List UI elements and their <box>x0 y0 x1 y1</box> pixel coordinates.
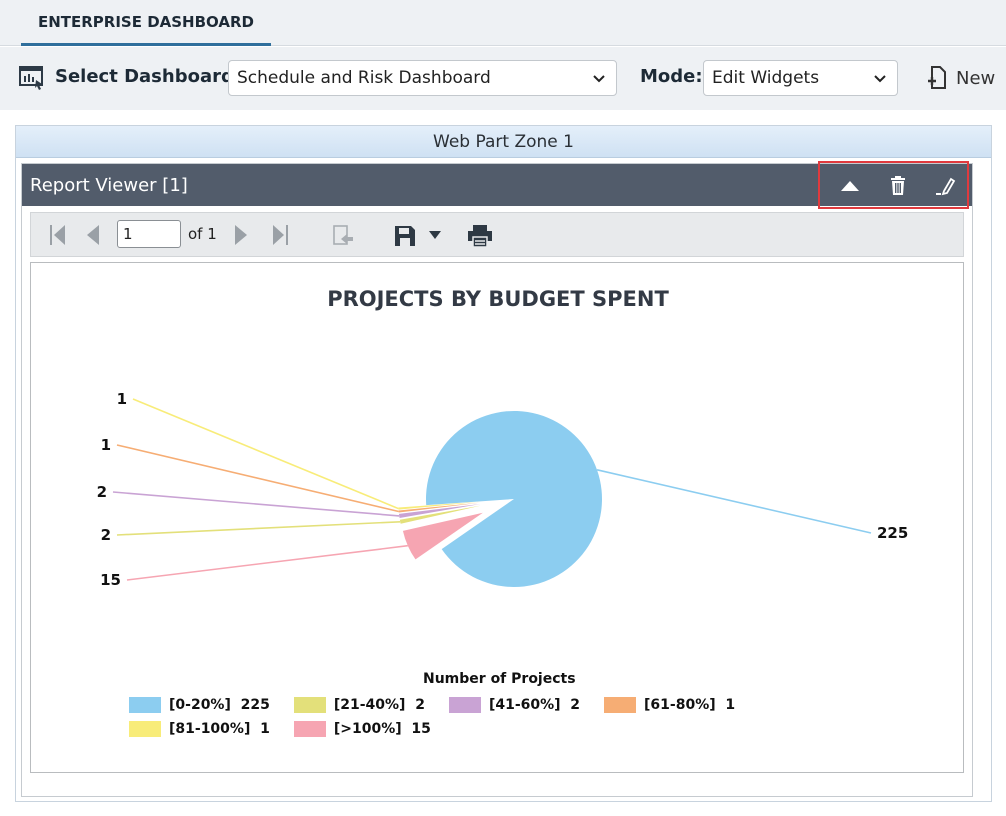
dashboard-icon <box>19 66 43 90</box>
tab-enterprise-dashboard[interactable]: ENTERPRISE DASHBOARD <box>21 0 271 46</box>
zone-title: Web Part Zone 1 <box>16 126 991 158</box>
legend-item: [61-80%] 1 <box>604 697 735 713</box>
mode-select-value: Edit Widgets <box>712 68 820 88</box>
data-label-3: 2 <box>97 483 107 501</box>
legend-swatch <box>293 697 326 713</box>
legend-item: [0-20%] 225 <box>129 697 270 713</box>
report-viewer-widget: Report Viewer [1] 1 of 1 PROJECTS BY BUD… <box>21 161 973 797</box>
report-toolbar: 1 of 1 <box>30 212 964 257</box>
leader-line-0 <box>596 469 872 534</box>
mode-label: Mode: <box>640 66 703 87</box>
widget-title: Report Viewer [1] <box>30 174 188 196</box>
caret-down-icon[interactable] <box>428 230 442 240</box>
dashboard-select-value: Schedule and Risk Dashboard <box>237 68 491 88</box>
legend-label: [0-20%] 225 <box>169 697 270 713</box>
data-label-1: 15 <box>100 571 121 589</box>
previous-page-icon[interactable] <box>85 224 101 246</box>
save-export-icon[interactable] <box>393 224 419 248</box>
chevron-down-icon <box>593 75 605 83</box>
widget-actions <box>818 161 969 209</box>
new-button-label: New <box>956 67 996 89</box>
legend-swatch <box>293 721 326 737</box>
leader-line-5 <box>132 398 399 510</box>
legend-swatch <box>448 697 481 713</box>
leader-line-1 <box>126 544 408 581</box>
legend-label: [21-40%] 2 <box>333 697 425 713</box>
legend-label: [41-60%] 2 <box>488 697 581 713</box>
data-label-5: 1 <box>117 390 127 408</box>
tab-bar: ENTERPRISE DASHBOARD <box>0 0 1006 46</box>
last-page-icon[interactable] <box>271 224 289 246</box>
page-number-input[interactable]: 1 <box>117 220 181 248</box>
legend-swatch <box>129 721 161 737</box>
legend-item: [81-100%] 1 <box>129 721 270 737</box>
edit-pencil-icon[interactable] <box>934 175 956 197</box>
legend-swatch <box>129 697 161 713</box>
new-button[interactable]: New <box>926 64 995 92</box>
leader-line-3 <box>112 491 400 517</box>
move-up-icon[interactable] <box>839 175 861 197</box>
pie-chart: 225 15 2 2 1 1 <box>97 390 909 589</box>
report-canvas: PROJECTS BY BUDGET SPENT 225 15 2 2 1 1 Numbe… <box>30 262 964 773</box>
legend-swatch <box>604 697 637 713</box>
page-count-label: of 1 <box>188 225 217 243</box>
back-to-parent-icon[interactable] <box>331 224 355 248</box>
print-icon[interactable] <box>467 224 493 248</box>
legend-label: [61-80%] 1 <box>644 697 736 713</box>
legend-item: [>100%] 15 <box>293 721 431 737</box>
data-label-2: 2 <box>101 526 111 544</box>
data-label-4: 1 <box>101 436 111 454</box>
legend-item: [41-60%] 2 <box>448 697 581 713</box>
widget-header: Report Viewer [1] <box>22 161 972 209</box>
next-page-icon[interactable] <box>233 224 249 246</box>
chart-legend: [0-20%] 225 [21-40%] 2 [41-60%] 2 [61-80%] … <box>129 697 889 737</box>
legend-title: Number of Projects <box>423 671 576 687</box>
dashboard-toolbar: Select Dashboard: Schedule and Risk Dash… <box>0 47 1006 110</box>
leader-line-2 <box>116 520 401 536</box>
legend-label: [>100%] 15 <box>333 721 431 737</box>
delete-icon[interactable] <box>887 175 909 197</box>
legend-item: [21-40%] 2 <box>293 697 425 713</box>
chevron-down-icon <box>874 75 886 83</box>
legend-label: [81-100%] 1 <box>169 721 270 737</box>
new-document-icon <box>928 66 946 89</box>
web-part-zone: Web Part Zone 1 Report Viewer [1] 1 of 1… <box>15 125 992 802</box>
select-dashboard-label: Select Dashboard: <box>55 66 242 87</box>
data-label-0: 225 <box>877 524 908 542</box>
mode-select[interactable]: Edit Widgets <box>703 60 898 96</box>
pie-slice-0[interactable] <box>426 410 602 587</box>
dashboard-select[interactable]: Schedule and Risk Dashboard <box>228 60 617 96</box>
leader-line-4 <box>116 444 399 513</box>
first-page-icon[interactable] <box>49 224 67 246</box>
